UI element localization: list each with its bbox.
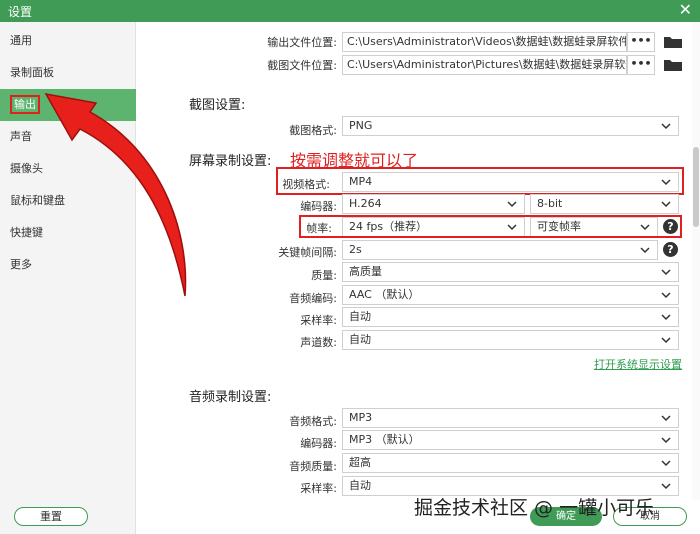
reset-button[interactable]: 重置 — [14, 507, 88, 526]
bit-depth-select[interactable]: 8-bit — [530, 194, 679, 214]
sidebar-item-sound[interactable]: 声音 — [0, 121, 136, 153]
scrollbar-thumb[interactable] — [693, 147, 699, 227]
chevron-down-icon — [661, 292, 671, 299]
audio-encoder-select[interactable]: MP3 （默认） — [342, 430, 679, 450]
audio-codec-select[interactable]: AAC （默认） — [342, 285, 679, 305]
chevron-down-icon — [661, 314, 671, 321]
bit-depth-value: 8-bit — [537, 197, 563, 210]
chevron-down-icon — [661, 337, 671, 344]
chevron-down-icon — [661, 483, 671, 490]
chevron-down-icon — [640, 247, 650, 254]
video-format-value: MP4 — [349, 175, 373, 188]
keyframe-help-icon[interactable]: ? — [663, 242, 678, 257]
chevron-down-icon — [661, 460, 671, 467]
chevron-down-icon — [661, 269, 671, 276]
video-folder-field[interactable]: C:\Users\Administrator\Videos\数据蛙\数据蛙录屏软… — [342, 32, 627, 52]
open-image-folder-icon[interactable] — [663, 58, 683, 72]
fps-mode-value: 可变帧率 — [537, 220, 581, 233]
window-title: 设置 — [8, 5, 33, 19]
image-folder-label: 截图文件位置: — [267, 59, 337, 72]
audio-sample-rate-label: 采样率: — [300, 482, 337, 495]
screenshot-format-label: 截图格式: — [289, 124, 337, 137]
audio-codec-label: 音频编码: — [289, 292, 337, 305]
audio-format-value: MP3 — [349, 411, 373, 424]
audio-sample-rate-value: 自动 — [349, 479, 371, 492]
sidebar-item-label: 声音 — [10, 130, 32, 143]
quality-value: 高质量 — [349, 265, 382, 278]
audio-record-section-title: 音频录制设置: — [189, 390, 272, 405]
close-icon[interactable]: ✕ — [679, 0, 692, 19]
quality-select[interactable]: 高质量 — [342, 262, 679, 282]
chevron-down-icon — [661, 437, 671, 444]
sidebar-item-label: 鼠标和键盘 — [10, 194, 65, 207]
chevron-down-icon — [661, 415, 671, 422]
channels-select[interactable]: 自动 — [342, 330, 679, 350]
fps-mode-select[interactable]: 可变帧率 — [530, 217, 658, 237]
sample-rate-select[interactable]: 自动 — [342, 307, 679, 327]
audio-quality-select[interactable]: 超高 — [342, 453, 679, 473]
screenshot-format-select[interactable]: PNG — [342, 116, 679, 136]
encoder-select[interactable]: H.264 — [342, 194, 525, 214]
sidebar-item-label: 更多 — [10, 258, 32, 271]
video-folder-label: 输出文件位置: — [267, 36, 337, 49]
sidebar-item-label: 通用 — [10, 34, 32, 47]
chevron-down-icon — [507, 201, 517, 208]
open-video-folder-icon[interactable] — [663, 35, 683, 49]
title-bar: 设置 ✕ — [0, 0, 700, 22]
keyframe-select[interactable]: 2s — [342, 240, 658, 260]
audio-encoder-value: MP3 （默认） — [349, 433, 420, 446]
channels-label: 声道数: — [300, 336, 337, 349]
audio-format-label: 音频格式: — [289, 415, 337, 428]
screenshot-format-value: PNG — [349, 119, 373, 132]
sidebar-item-more[interactable]: 更多 — [0, 249, 136, 281]
sidebar-item-output[interactable]: 输出 — [0, 89, 136, 121]
chevron-down-icon — [507, 224, 517, 231]
keyframe-value: 2s — [349, 243, 362, 256]
audio-quality-label: 音频质量: — [289, 460, 337, 473]
sample-rate-label: 采样率: — [300, 314, 337, 327]
screenshot-section-title: 截图设置: — [189, 98, 246, 113]
image-folder-field[interactable]: C:\Users\Administrator\Pictures\数据蛙\数据蛙录… — [342, 55, 627, 75]
sample-rate-value: 自动 — [349, 310, 371, 323]
sidebar: 通用 录制面板 输出 声音 摄像头 鼠标和键盘 快捷键 更多 — [0, 22, 136, 534]
audio-format-select[interactable]: MP3 — [342, 408, 679, 428]
keyframe-label: 关键帧间隔: — [278, 246, 337, 259]
fps-select[interactable]: 24 fps（推荐） — [342, 217, 525, 237]
audio-quality-value: 超高 — [349, 456, 371, 469]
watermark-text: 掘金技术社区 @ 一罐小可乐 — [414, 497, 655, 519]
fps-help-icon[interactable]: ? — [663, 219, 678, 234]
fps-label: 帧率: — [306, 222, 332, 235]
screen-record-section-title: 屏幕录制设置: — [189, 154, 272, 169]
channels-value: 自动 — [349, 333, 371, 346]
image-folder-browse-button[interactable]: ••• — [627, 55, 655, 75]
chevron-down-icon — [640, 224, 650, 231]
sidebar-item-mouse-keyboard[interactable]: 鼠标和键盘 — [0, 185, 136, 217]
sidebar-item-camera[interactable]: 摄像头 — [0, 153, 136, 185]
sidebar-item-label: 快捷键 — [10, 226, 43, 239]
video-format-label: 视频格式: — [282, 178, 330, 191]
chevron-down-icon — [661, 179, 671, 186]
annotation-text: 按需调整就可以了 — [290, 151, 419, 170]
sidebar-item-label: 输出 — [10, 95, 40, 114]
settings-panel: 输出文件位置: C:\Users\Administrator\Videos\数据… — [137, 22, 692, 500]
display-settings-link[interactable]: 打开系统显示设置 — [594, 356, 682, 372]
quality-label: 质量: — [311, 269, 337, 282]
encoder-value: H.264 — [349, 197, 382, 210]
audio-codec-value: AAC （默认） — [349, 288, 420, 301]
sidebar-item-label: 录制面板 — [10, 66, 54, 79]
video-folder-browse-button[interactable]: ••• — [627, 32, 655, 52]
audio-encoder-label: 编码器: — [300, 437, 337, 450]
chevron-down-icon — [661, 123, 671, 130]
sidebar-item-general[interactable]: 通用 — [0, 25, 136, 57]
sidebar-item-hotkeys[interactable]: 快捷键 — [0, 217, 136, 249]
sidebar-item-label: 摄像头 — [10, 162, 43, 175]
chevron-down-icon — [661, 201, 671, 208]
encoder-label: 编码器: — [300, 200, 337, 213]
video-format-select[interactable]: MP4 — [342, 172, 679, 192]
sidebar-item-record-panel[interactable]: 录制面板 — [0, 57, 136, 89]
vertical-scrollbar[interactable] — [692, 22, 700, 500]
fps-value: 24 fps（推荐） — [349, 220, 428, 233]
